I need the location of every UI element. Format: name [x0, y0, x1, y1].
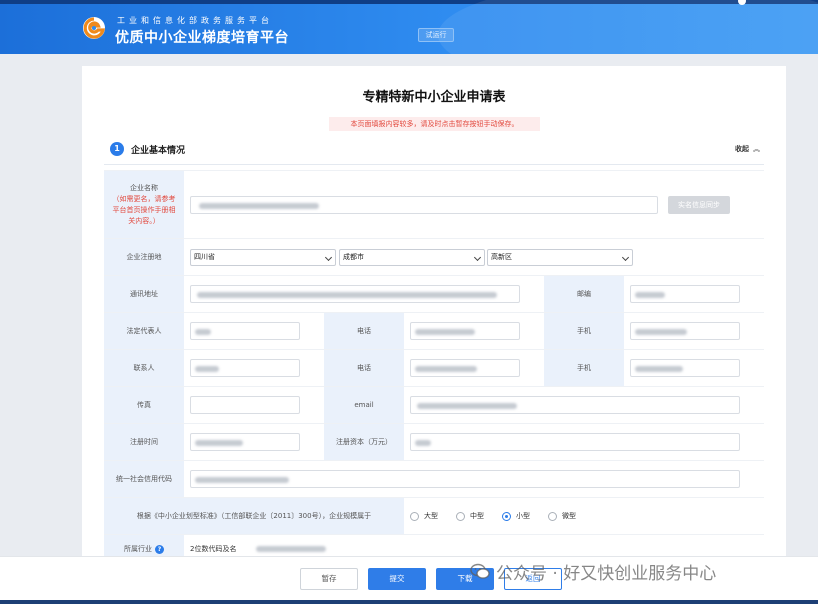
collapse-label: 收起 — [735, 145, 749, 153]
scale-label: 根据《中小企业划型标准》（工信部联企业〔2011〕300号），企业规模属于 — [104, 498, 404, 534]
submit-button[interactable]: 提交 — [368, 568, 426, 590]
section-divider — [104, 164, 764, 165]
reg-capital-input[interactable] — [410, 433, 740, 451]
row-reg-location: 企业注册地 四川省 成都市 高新区 — [104, 239, 764, 276]
dropdown-caret-icon — [473, 253, 482, 262]
help-icon[interactable]: ? — [155, 544, 164, 554]
section-title: 企业基本情况 — [131, 146, 186, 156]
reg-location-label: 企业注册地 — [104, 239, 184, 275]
company-name-label: 企业名称 — [130, 183, 158, 192]
radio-icon — [410, 511, 419, 521]
header-subtitle: 工业和信息化部政务服务平台 — [117, 16, 273, 25]
form-title: 专精特新中小企业申请表 — [362, 90, 506, 105]
dropdown-caret-icon — [324, 253, 333, 262]
trial-badge: 试运行 — [418, 28, 454, 42]
address-input[interactable] — [190, 285, 520, 303]
mobile2-input[interactable] — [630, 359, 740, 377]
company-name-label-cell: 企业名称 （如需更名，请参考平台首页操作手册相关内容。） — [104, 171, 184, 238]
basic-info-table: 企业名称 （如需更名，请参考平台首页操作手册相关内容。） 实名信息同步 企业注册… — [104, 170, 764, 563]
mobile1-label: 手机 — [544, 313, 624, 349]
city-value: 成都市 — [343, 253, 364, 261]
fax-label: 传真 — [104, 387, 184, 423]
credit-code-label: 统一社会信用代码 — [104, 461, 184, 497]
phone2-label: 电话 — [324, 350, 404, 386]
save-draft-button[interactable]: 暂存 — [300, 568, 358, 590]
contact-input[interactable] — [190, 359, 300, 377]
email-label: email — [324, 387, 404, 423]
scale-option-large[interactable]: 大型 — [410, 511, 438, 521]
row-scale: 根据《中小企业划型标准》（工信部联企业〔2011〕300号），企业规模属于 大型… — [104, 498, 764, 535]
industry-value: 2位数代码及名 — [190, 545, 237, 553]
scale-option-micro[interactable]: 微型 — [548, 511, 576, 521]
row-credit-code: 统一社会信用代码 — [104, 461, 764, 498]
radio-icon — [548, 511, 557, 521]
section-header: 1 企业基本情况 收起 ︽ — [110, 140, 760, 158]
company-name-input[interactable] — [190, 196, 658, 214]
phone1-input[interactable] — [410, 322, 520, 340]
reg-capital-label: 注册资本（万元） — [324, 424, 404, 460]
platform-logo-icon — [83, 17, 106, 39]
mobile2-label: 手机 — [544, 350, 624, 386]
radio-icon — [456, 511, 465, 521]
taskbar-strip — [0, 600, 818, 604]
reg-time-input[interactable] — [190, 433, 300, 451]
form-card: 专精特新中小企业申请表 本页面填报内容较多，请及时点击暂存按钮手动保存。 1 企… — [82, 66, 786, 566]
collapse-toggle[interactable]: 收起 ︽ — [735, 144, 760, 154]
email-input[interactable] — [410, 396, 740, 414]
city-select[interactable]: 成都市 — [339, 249, 485, 266]
scale-option-small[interactable]: 小型 — [502, 511, 530, 521]
scale-radio-group: 大型 中型 小型 微型 — [410, 511, 588, 521]
reg-time-label: 注册时间 — [104, 424, 184, 460]
credit-code-input[interactable] — [190, 470, 740, 488]
fax-input[interactable] — [190, 396, 300, 414]
wechat-icon — [470, 563, 490, 579]
app-header: 工业和信息化部政务服务平台 优质中小企业梯度培育平台 试运行 — [0, 0, 818, 54]
dropdown-caret-icon — [621, 253, 630, 262]
row-fax-email: 传真 email — [104, 387, 764, 424]
industry-label: 所属行业 — [124, 545, 152, 553]
watermark-text: 公众号 · 好又快创业服务中心 — [496, 564, 717, 584]
district-select[interactable]: 高新区 — [487, 249, 633, 266]
section-number-badge: 1 — [110, 142, 124, 156]
postcode-input[interactable] — [630, 285, 740, 303]
header-title: 优质中小企业梯度培育平台 — [115, 30, 289, 46]
row-address: 通讯地址 邮编 — [104, 276, 764, 313]
district-value: 高新区 — [491, 253, 512, 261]
address-label: 通讯地址 — [104, 276, 184, 312]
legal-rep-input[interactable] — [190, 322, 300, 340]
mobile1-input[interactable] — [630, 322, 740, 340]
sync-realname-button[interactable]: 实名信息同步 — [668, 196, 730, 214]
row-contact: 联系人 电话 手机 — [104, 350, 764, 387]
row-company-name: 企业名称 （如需更名，请参考平台首页操作手册相关内容。） 实名信息同步 — [104, 171, 764, 239]
postcode-label: 邮编 — [544, 276, 624, 312]
scale-option-medium[interactable]: 中型 — [456, 511, 484, 521]
province-value: 四川省 — [194, 253, 215, 261]
row-legal-rep: 法定代表人 电话 手机 — [104, 313, 764, 350]
watermark: 公众号 · 好又快创业服务中心 — [470, 559, 716, 584]
company-name-hint: （如需更名，请参考平台首页操作手册相关内容。） — [112, 194, 176, 225]
header-decoration — [438, 0, 818, 54]
save-notice: 本页面填报内容较多，请及时点击暂存按钮手动保存。 — [329, 117, 540, 131]
radio-checked-icon — [502, 511, 511, 521]
row-reg-time: 注册时间 注册资本（万元） — [104, 424, 764, 461]
contact-label: 联系人 — [104, 350, 184, 386]
phone2-input[interactable] — [410, 359, 520, 377]
chevron-up-icon: ︽ — [753, 145, 760, 153]
province-select[interactable]: 四川省 — [190, 249, 336, 266]
legal-rep-label: 法定代表人 — [104, 313, 184, 349]
phone1-label: 电话 — [324, 313, 404, 349]
